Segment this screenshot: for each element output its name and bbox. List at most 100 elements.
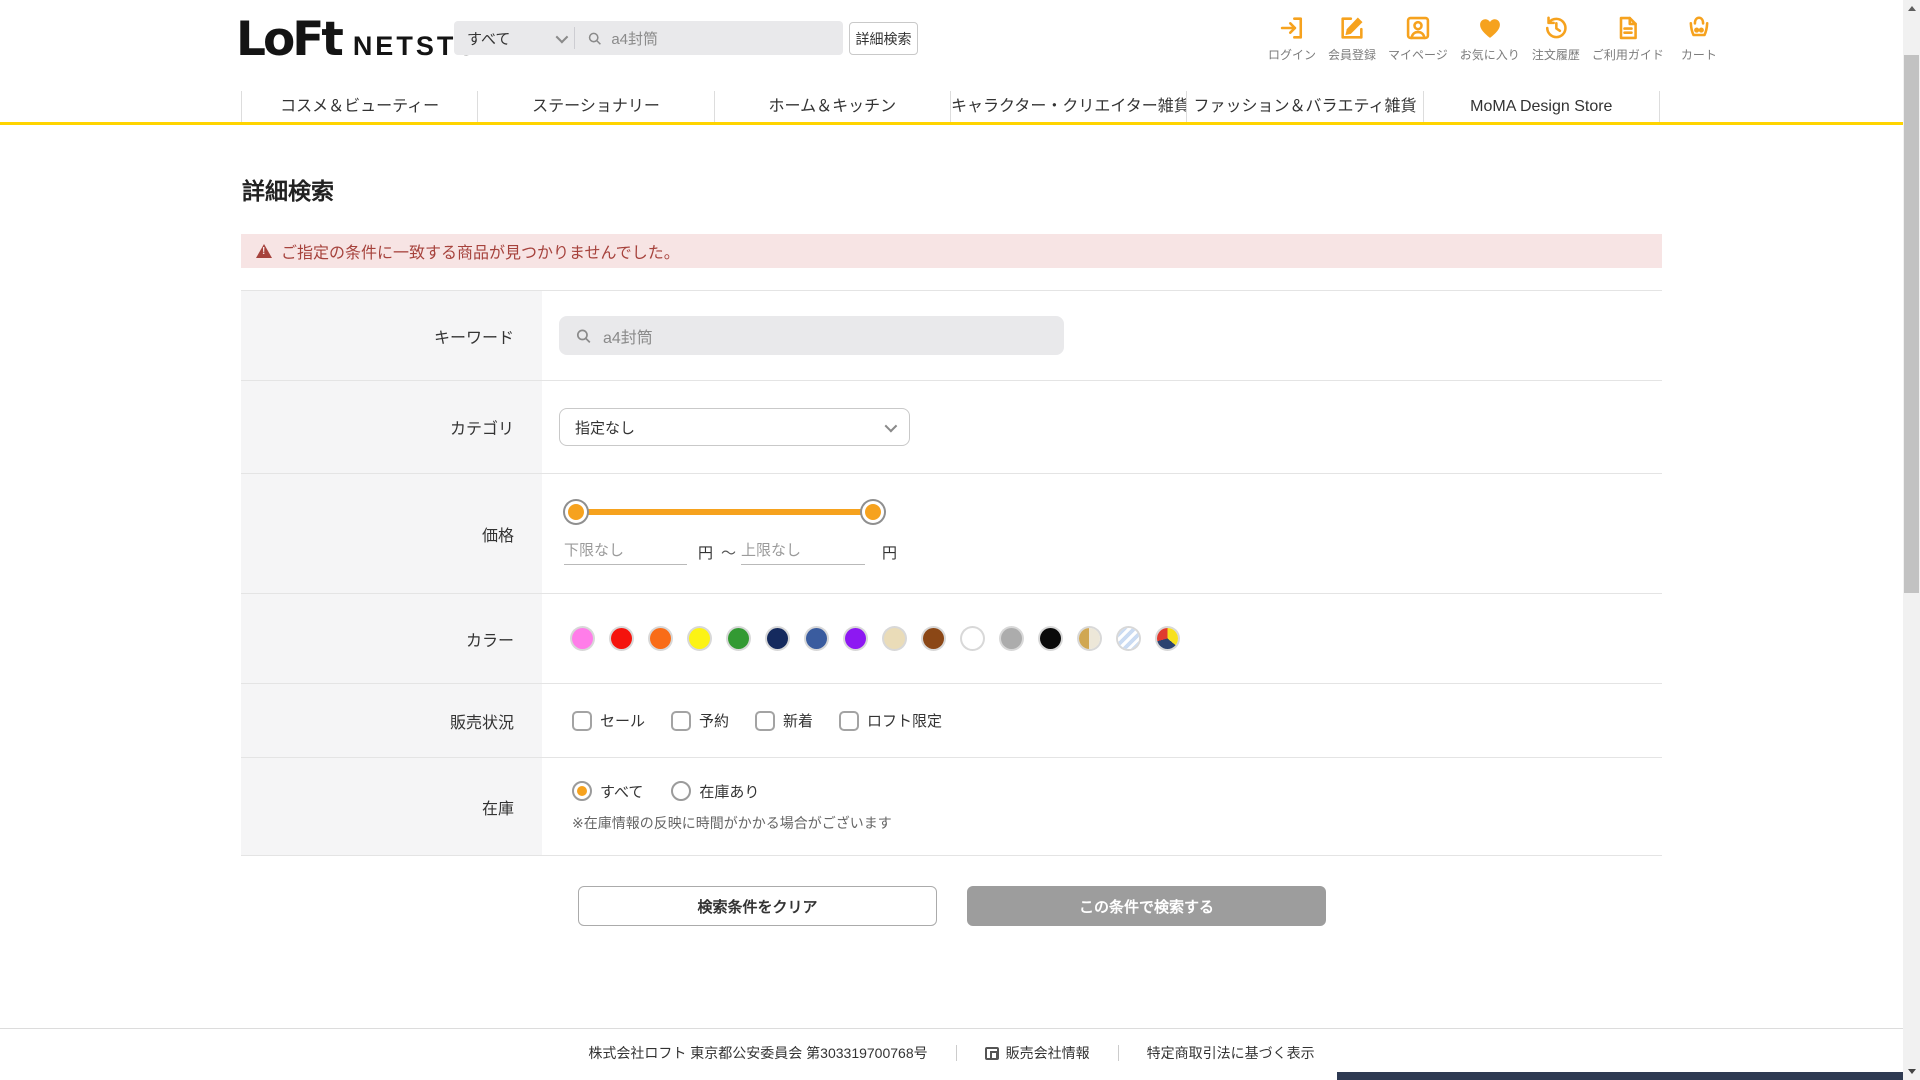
search-category-select[interactable]: すべて [454,21,574,55]
footer-link-commerce-law[interactable]: 特定商取引法に基づく表示 [1147,1043,1315,1063]
utility-label: お気に入り [1459,48,1520,62]
chevron-down-icon [884,419,898,432]
color-swatch-clear[interactable] [1118,628,1139,649]
checkbox-label: 予約 [699,713,730,730]
header-search-input[interactable] [611,29,831,47]
price-unit-max: 円 [882,545,898,562]
footer-separator [1117,1045,1119,1061]
nav-item-cosme[interactable]: コスメ＆ビューティー [241,91,477,122]
checkbox-reservation[interactable]: 予約 [671,710,729,731]
price-slider-min-handle[interactable] [565,501,587,523]
register-icon [1338,12,1366,44]
color-swatch-orange[interactable] [650,628,671,649]
color-swatch-red[interactable] [611,628,632,649]
category-row: カテゴリ 指定なし [241,380,1662,473]
color-swatch-navy[interactable] [767,628,788,649]
color-swatch-gold[interactable] [1079,628,1100,649]
search-field [575,29,843,47]
header-search-bar: すべて [454,21,843,55]
radio-all[interactable]: すべて [572,781,643,802]
no-results-message: ご指定の条件に一致する商品が見つかりませんでした。 [281,245,680,262]
nav-item-home-kitchen[interactable]: ホーム＆キッチン [713,91,950,122]
checkbox-label: 新着 [783,713,814,730]
chevron-down-icon [555,30,569,43]
utility-login[interactable]: ログイン [1268,12,1316,63]
nav-item-moma[interactable]: MoMA Design Store [1422,91,1660,122]
color-swatch-green[interactable] [728,628,749,649]
utility-history[interactable]: 注文履歴 [1532,12,1580,63]
keyword-input-wrap [559,316,1064,355]
checkbox-box[interactable] [671,710,692,731]
color-swatch-blue[interactable] [806,628,827,649]
search-icon [588,32,601,45]
price-min-input[interactable] [564,537,687,565]
utility-mypage[interactable]: マイページ [1388,12,1448,63]
storefront-icon [984,1046,999,1060]
search-with-conditions-button[interactable]: この条件で検索する [967,886,1326,926]
vertical-scrollbar[interactable] [1903,0,1920,1080]
color-swatch-yellow[interactable] [689,628,710,649]
scrollbar-up-arrow[interactable] [1903,0,1920,17]
color-swatch-gray[interactable] [1001,628,1022,649]
search-icon [576,329,591,343]
nav-item-fashion[interactable]: ファッション＆バラエティ雑貨 [1186,91,1422,122]
warning-icon [256,244,272,258]
footer-company-text: 株式会社ロフト 東京都公安委員会 第303319700768号 [588,1045,928,1061]
nav-underline [0,122,1903,125]
utility-label: 会員登録 [1328,48,1377,62]
no-results-alert: ご指定の条件に一致する商品が見つかりませんでした。 [241,234,1662,268]
price-row: 価格 円 〜 円 [241,473,1662,593]
radio-label: すべて [600,783,644,801]
color-swatch-pink[interactable] [572,628,593,649]
utility-cart[interactable]: カート [1676,12,1722,63]
utility-guide[interactable]: ご利用ガイド [1592,12,1664,63]
radio-in-stock[interactable]: 在庫あり [671,781,759,802]
scrollbar-down-arrow[interactable] [1903,1063,1920,1080]
page-title: 詳細検索 [242,178,334,204]
checkbox-box[interactable] [839,710,860,731]
price-slider-track[interactable] [576,509,873,515]
order-history-icon [1542,12,1570,44]
advanced-search-button[interactable]: 詳細検索 [849,22,918,55]
color-swatch-white[interactable] [962,628,983,649]
footer-link-label: 販売会社情報 [1005,1045,1090,1061]
nav-item-stationery[interactable]: ステーショナリー [477,91,713,122]
color-swatch-black[interactable] [1040,628,1061,649]
scrollbar-thumb[interactable] [1904,55,1919,593]
color-swatch-purple[interactable] [845,628,866,649]
stock-label: 在庫 [241,758,542,855]
nav-item-character[interactable]: キャラクター・クリエイター雑貨 [949,91,1186,122]
radio-button[interactable] [671,781,692,801]
price-slider-max-handle[interactable] [862,501,884,523]
price-max-input[interactable] [741,537,865,565]
triangle-up-icon [1907,6,1916,11]
search-category-value: すべて [467,30,511,48]
footer: 株式会社ロフト 東京都公安委員会 第303319700768号 販売会社情報 特… [0,1043,1903,1063]
checkbox-label: ロフト限定 [867,713,943,730]
price-label: 価格 [241,474,542,593]
checkbox-box[interactable] [572,710,592,731]
clear-conditions-button[interactable]: 検索条件をクリア [578,886,937,926]
utility-favorites[interactable]: お気に入り [1460,12,1520,63]
radio-label: 在庫あり [699,783,760,801]
category-select[interactable]: 指定なし [559,408,910,446]
checkbox-new[interactable]: 新着 [755,710,813,731]
checkbox-loft-exclusive[interactable]: ロフト限定 [839,710,942,731]
utility-register[interactable]: 会員登録 [1328,12,1376,63]
category-select-value: 指定なし [575,419,636,437]
color-swatch-multicolor[interactable] [1157,628,1178,649]
checkbox-box[interactable] [755,710,776,731]
color-row: カラー [241,593,1662,683]
bottom-dark-strip [1337,1072,1903,1080]
footer-link-label: 特定商取引法に基づく表示 [1146,1045,1315,1061]
footer-link-company-info[interactable]: 販売会社情報 [984,1043,1090,1063]
cart-icon [1685,12,1713,44]
checkbox-sale[interactable]: セール [572,710,645,731]
utility-label: ログイン [1268,48,1317,62]
keyword-row: キーワード [241,290,1662,380]
radio-button-selected[interactable] [572,781,592,801]
color-swatch-beige[interactable] [884,628,905,649]
color-swatch-brown[interactable] [923,628,944,649]
keyword-input[interactable] [602,326,1048,345]
category-label: カテゴリ [241,381,542,473]
